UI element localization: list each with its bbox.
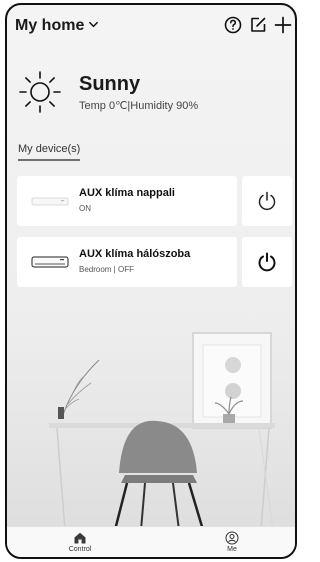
user-icon — [225, 531, 239, 545]
help-icon[interactable] — [223, 15, 243, 35]
tab-me[interactable]: Me — [202, 529, 262, 557]
power-icon — [258, 252, 276, 272]
device-card-bedroom[interactable]: AUX klíma hálószoba Bedroom | OFF — [17, 237, 237, 287]
device-card-living-room[interactable]: AUX klíma nappali ON — [17, 176, 237, 226]
device-name: AUX klíma hálószoba — [79, 248, 191, 260]
device-status: Bedroom | OFF — [79, 265, 134, 274]
section-underline — [18, 159, 80, 161]
app-screen: My home Sunny Temp 0℃|Humidity 90% My de… — [5, 3, 297, 559]
home-icon — [74, 532, 86, 544]
add-icon[interactable] — [273, 15, 293, 35]
power-button-bedroom[interactable] — [242, 237, 292, 287]
edit-icon[interactable] — [248, 15, 268, 35]
chevron-down-icon[interactable] — [88, 19, 99, 30]
weather-condition: Sunny — [79, 73, 141, 95]
background-illustration — [49, 332, 275, 530]
device-status: ON — [79, 204, 91, 213]
power-icon — [258, 191, 276, 211]
home-selector[interactable]: My home — [15, 17, 84, 35]
weather-details: Temp 0℃|Humidity 90% — [79, 100, 199, 112]
tab-control[interactable]: Control — [50, 529, 110, 557]
tab-label: Me — [227, 546, 237, 553]
device-name: AUX klíma nappali — [79, 187, 175, 199]
air-conditioner-icon — [31, 256, 69, 268]
power-button-living-room[interactable] — [242, 176, 292, 226]
air-conditioner-icon — [31, 197, 69, 206]
section-my-devices: My device(s) — [18, 143, 81, 155]
header: My home — [7, 5, 295, 45]
bottom-tab-bar: Control Me — [7, 526, 295, 557]
tab-label: Control — [68, 546, 92, 553]
sun-icon — [19, 71, 61, 113]
